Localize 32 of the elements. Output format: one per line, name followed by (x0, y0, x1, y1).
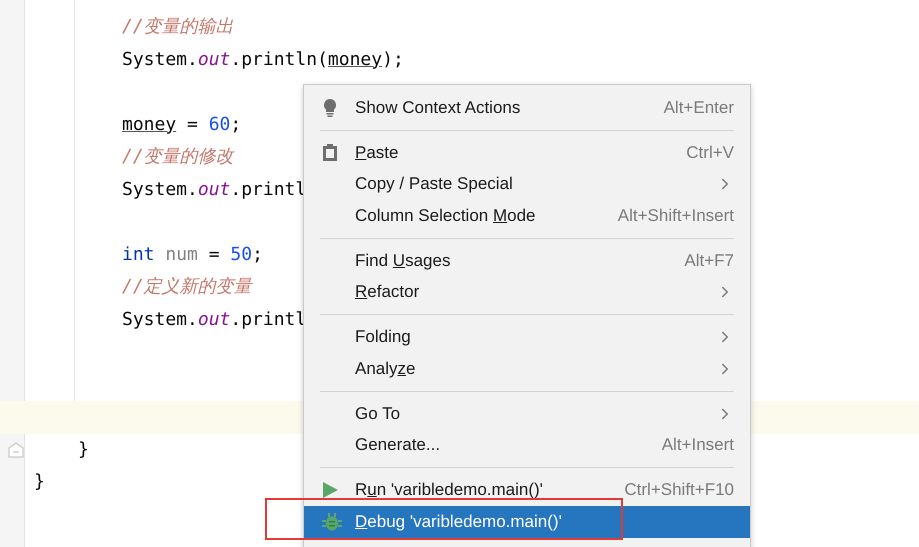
shortcut-label: Alt+Enter (664, 98, 734, 118)
menu-item[interactable]: Generate... Alt+Insert (304, 430, 750, 461)
code-line: //变量的修改 (122, 145, 234, 169)
menu-item[interactable]: Find Usages Alt+F7 (304, 245, 750, 276)
menu-item[interactable]: Folding (304, 322, 750, 353)
code-line: } (34, 470, 45, 494)
code-line: System.out.printl (122, 178, 306, 202)
shortcut-label: Alt+Shift+Insert (618, 206, 734, 226)
shortcut-label: Alt+Insert (662, 435, 734, 456)
menu-item[interactable]: Copy / Paste Special (304, 168, 750, 200)
clipboard-icon (322, 144, 338, 162)
menu-item[interactable]: Column Selection Mode Alt+Shift+Insert (304, 200, 750, 232)
shortcut-label: Ctrl+Shift+F10 (624, 480, 734, 500)
menu-item[interactable]: Go To (304, 398, 750, 430)
menu-item[interactable]: Debug 'varibledemo.main()' (304, 506, 750, 538)
code-line: System.out.printl (122, 308, 306, 332)
lightbulb-icon (322, 98, 338, 118)
shortcut-label: Ctrl+V (686, 142, 734, 163)
menu-item[interactable]: Analyze (304, 353, 750, 384)
play-icon (322, 481, 338, 500)
code-line: } (78, 438, 89, 462)
menu-item[interactable]: Refactor (304, 276, 750, 308)
menu-item[interactable]: Run 'varibledemo.main()' Ctrl+Shift+F10 (304, 474, 750, 506)
code-line: money = 60; (122, 112, 242, 136)
menu-item[interactable]: Show Context Actions Alt+Enter (304, 92, 750, 124)
code-line: //变量的输出 (122, 15, 234, 39)
code-line: int num = 50; (122, 242, 263, 266)
code-line: //定义新的变量 (122, 275, 252, 299)
bug-icon (322, 512, 342, 532)
code-line: System.out.println(money); (122, 48, 404, 72)
shortcut-label: Alt+F7 (684, 250, 734, 271)
menu-item[interactable]: Paste Ctrl+V (304, 137, 750, 168)
